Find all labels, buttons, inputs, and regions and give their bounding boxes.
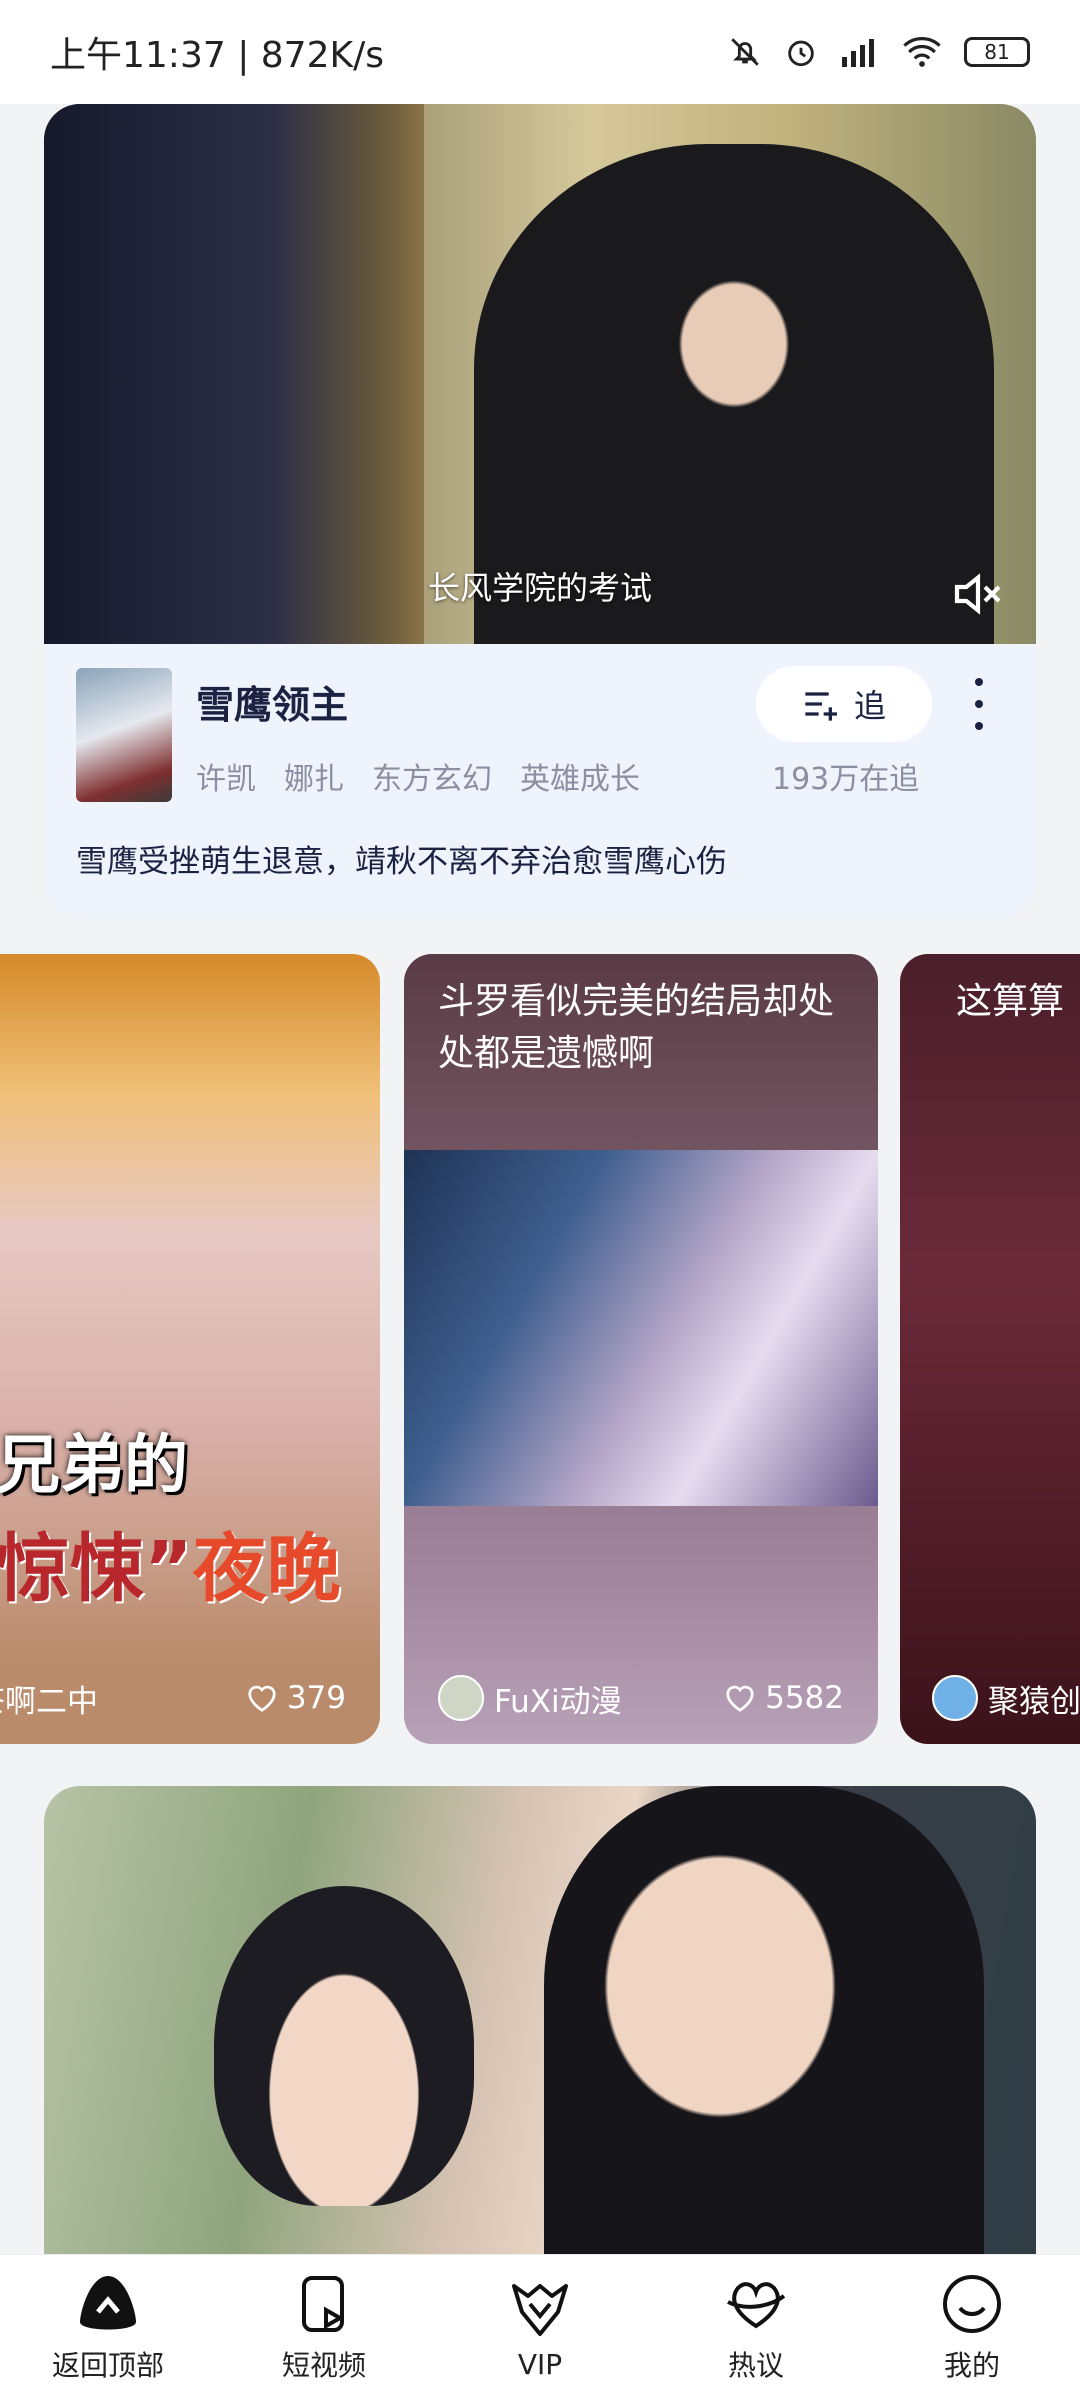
nav-label: 返回顶部 [51,2349,164,2382]
battery-indicator: 81 [964,37,1030,67]
short-video-row[interactable]: 兄弟的 惊悚”夜晚 茶啊二中 379 斗罗看似完美的结局却处处都是遗憾啊 FuX… [0,954,1080,1744]
nav-hot-discussion[interactable]: 热议 [656,2272,856,2384]
author-name: 聚猿创 [988,1683,1080,1720]
like-count[interactable]: 379 [245,1680,346,1716]
status-icons: 81 [728,35,1030,69]
nav-label: 短视频 [281,2349,366,2382]
featured-show-card[interactable]: 长风学院的考试 雪鹰领主 许凯 娜扎 东方玄幻 英雄成长 追 193万在追 雪鹰… [44,104,1036,919]
drama-video-card[interactable] [44,1786,1036,2254]
profile-smile-icon [943,2275,1001,2333]
signal-icon [842,39,874,67]
overlay-word: 夜晚 [192,1526,341,1612]
feed[interactable]: 长风学院的考试 雪鹰领主 许凯 娜扎 东方玄幻 英雄成长 追 193万在追 雪鹰… [0,104,1080,2254]
video-subtitle: 长风学院的考试 [427,569,652,607]
bottom-nav: 返回顶部 短视频 VIP 热议 我的 [0,2254,1080,2401]
author[interactable]: FuXi动漫 [438,1675,622,1721]
short-video-card[interactable]: 兄弟的 惊悚”夜晚 茶啊二中 379 [0,954,380,1744]
author-name[interactable]: 茶啊二中 [0,1676,98,1721]
short-video-card[interactable]: 这算算 聚猿创 [900,954,1080,1744]
muted-speaker-icon[interactable] [950,566,1006,622]
short-video-thumbnail [404,1150,878,1506]
status-time-speed: 上午11:37 | 872K/s [50,35,384,76]
show-tag[interactable]: 许凯 [196,754,256,798]
show-info: 雪鹰领主 许凯 娜扎 东方玄幻 英雄成长 追 193万在追 雪鹰受挫萌生退意，靖… [44,644,1036,919]
video-overlay-text: 惊悚”夜晚 [0,1509,341,1616]
show-tag[interactable]: 娜扎 [284,754,344,798]
show-tag[interactable]: 东方玄幻 [372,754,492,798]
like-count-value: 379 [286,1680,346,1716]
follow-count: 193万在追 [772,762,920,797]
alarm-icon [788,40,814,67]
author-name: FuXi动漫 [494,1683,622,1720]
short-video-caption: 这算算 [956,981,1065,1022]
short-video-caption: 斗罗看似完美的结局却处处都是遗憾啊 [438,981,835,1074]
show-tag[interactable]: 英雄成长 [520,754,640,798]
nav-short-video[interactable]: 短视频 [224,2272,424,2384]
video-overlay-text: 兄弟的 [0,1429,188,1503]
short-video-footer: FuXi动漫 5582 [404,1674,878,1722]
nav-label: 热议 [727,2349,784,2382]
nav-vip[interactable]: VIP [440,2276,640,2381]
like-count-value: 5582 [765,1680,844,1716]
short-video-footer: 聚猿创 [900,1674,1080,1722]
nav-back-to-top[interactable]: 返回顶部 [8,2272,208,2384]
overlay-word: 惊悚” [0,1526,193,1612]
add-to-list-icon [805,692,837,721]
follow-label: 追 [853,687,886,725]
nav-label: VIP [517,2347,563,2381]
show-tags: 许凯 娜扎 东方玄幻 英雄成长 [196,754,640,798]
nav-label: 我的 [943,2349,1000,2382]
heart-icon [248,1685,276,1712]
show-title[interactable]: 雪鹰领主 [196,674,348,729]
author-avatar [932,1675,978,1721]
author[interactable]: 聚猿创 [932,1675,1080,1721]
hot-discussion-icon [727,2282,786,2329]
show-description: 雪鹰受挫萌生退意，靖秋不离不弃治愈雪鹰心伤 [76,844,727,880]
author-avatar [438,1675,484,1721]
video-scene-figure [214,1886,474,2206]
nav-profile[interactable]: 我的 [872,2272,1072,2384]
short-video-icon [302,2276,345,2332]
follow-button[interactable]: 追 [756,666,932,742]
like-count[interactable]: 5582 [723,1680,844,1716]
status-bar: 上午11:37 | 872K/s 81 [0,0,1080,104]
video-scene-figure [544,1786,984,2254]
video-player[interactable]: 长风学院的考试 [44,104,1036,644]
mute-bell-icon [731,38,759,66]
show-poster[interactable] [76,668,172,802]
short-video-footer: 茶啊二中 379 [0,1674,380,1722]
more-options-icon[interactable] [974,674,984,734]
battery-level: 81 [984,40,1010,64]
heart-icon [726,1685,754,1712]
short-video-card[interactable]: 斗罗看似完美的结局却处处都是遗憾啊 FuXi动漫 5582 [404,954,878,1744]
vip-crown-icon [512,2283,568,2336]
wifi-icon [903,36,941,67]
back-to-top-icon [80,2276,136,2330]
